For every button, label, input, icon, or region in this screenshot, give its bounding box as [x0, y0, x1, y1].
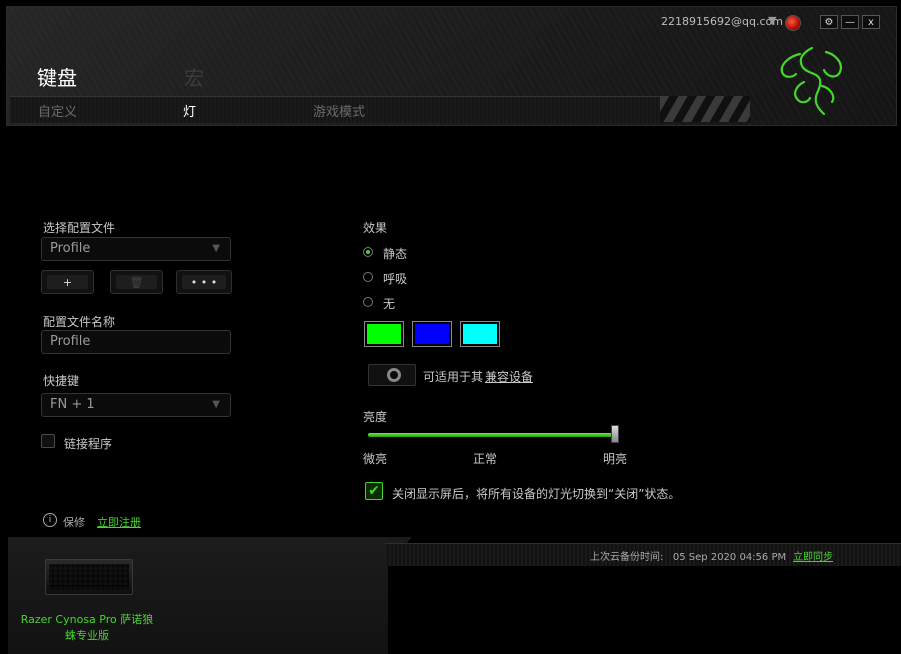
color-swatch-green[interactable]: [364, 321, 404, 347]
compat-toggle[interactable]: [368, 364, 416, 386]
subtab-customize[interactable]: 自定义: [38, 101, 77, 120]
warranty-label: 保修: [63, 516, 85, 529]
select-profile-label: 选择配置文件: [43, 221, 116, 235]
tab-keyboard[interactable]: 键盘: [37, 62, 77, 91]
add-profile-button[interactable]: +: [41, 270, 94, 294]
chevron-down-icon: ▼: [212, 243, 220, 254]
delete-profile-button[interactable]: 🗑: [110, 270, 163, 294]
color-swatch-cyan[interactable]: [460, 321, 500, 347]
brightness-tick-high: 明亮: [603, 452, 628, 466]
more-options-button[interactable]: • • •: [176, 270, 232, 294]
plus-icon: +: [47, 275, 88, 289]
subtab-lighting[interactable]: 灯: [183, 101, 196, 120]
app-window: 键盘 宏 自定义 灯 游戏模式 2218915692@qq.com ▼ ⚙ — …: [0, 0, 901, 654]
shortcut-select[interactable]: FN + 1 ▼: [41, 393, 231, 417]
shortcut-select-value: FN + 1: [50, 397, 95, 412]
chevron-down-icon: ▼: [212, 399, 220, 410]
account-dropdown-icon[interactable]: ▼: [768, 14, 776, 27]
tab-macro[interactable]: 宏: [184, 62, 204, 91]
brightness-label: 亮度: [363, 410, 388, 424]
settings-button[interactable]: ⚙: [820, 15, 838, 29]
brightness-slider-thumb[interactable]: [611, 425, 619, 443]
minimize-button[interactable]: —: [841, 15, 859, 29]
link-program-checkbox[interactable]: [41, 434, 55, 448]
account-email[interactable]: 2218915692@qq.com: [661, 15, 783, 28]
subtab-game-mode[interactable]: 游戏模式: [313, 101, 365, 120]
keyboard-device-icon[interactable]: [45, 559, 133, 595]
radio-static[interactable]: [363, 247, 373, 257]
brightness-tick-low: 微亮: [363, 452, 388, 466]
link-program-label: 链接程序: [64, 437, 113, 451]
toggle-knob: [387, 368, 401, 382]
info-icon: i: [43, 513, 57, 527]
close-button[interactable]: x: [862, 15, 880, 29]
profile-select-value: Profile: [50, 241, 91, 256]
screen-off-label: 关闭显示屏后，将所有设备的灯光切换到“关闭”状态。: [392, 487, 681, 501]
sync-info: 上次云备份时间: 05 Sep 2020 04:56 PM: [590, 552, 787, 563]
radio-breathing[interactable]: [363, 272, 373, 282]
compat-text: 可适用于其: [423, 370, 484, 384]
sync-now-link[interactable]: 立即同步: [793, 548, 833, 563]
color-swatch-blue[interactable]: [412, 321, 452, 347]
profile-name-input[interactable]: Profile: [41, 330, 231, 354]
radio-breathing-label[interactable]: 呼吸: [383, 270, 407, 287]
shortcut-label: 快捷键: [43, 374, 80, 388]
brightness-slider-fill: [368, 433, 614, 437]
profile-select[interactable]: Profile ▼: [41, 237, 231, 261]
decorative-stripes: [660, 96, 750, 122]
razer-logo-icon: [780, 46, 842, 116]
effect-label: 效果: [363, 221, 388, 235]
more-icon: • • •: [182, 275, 226, 289]
trash-icon: 🗑: [116, 275, 157, 289]
radio-none[interactable]: [363, 297, 373, 307]
device-name[interactable]: Razer Cynosa Pro 萨诺狼蛛专业版: [20, 612, 154, 644]
profile-name-label: 配置文件名称: [43, 315, 116, 329]
radio-static-label[interactable]: 静态: [383, 245, 407, 262]
register-link[interactable]: 立即注册: [97, 514, 141, 530]
compat-devices-link[interactable]: 兼容设备: [485, 368, 533, 385]
record-icon[interactable]: [785, 15, 801, 31]
subtab-strip: [10, 96, 746, 123]
brightness-tick-mid: 正常: [473, 452, 498, 466]
check-icon: ✔: [368, 483, 380, 499]
screen-off-checkbox[interactable]: ✔: [365, 482, 383, 500]
radio-none-label[interactable]: 无: [383, 295, 395, 312]
